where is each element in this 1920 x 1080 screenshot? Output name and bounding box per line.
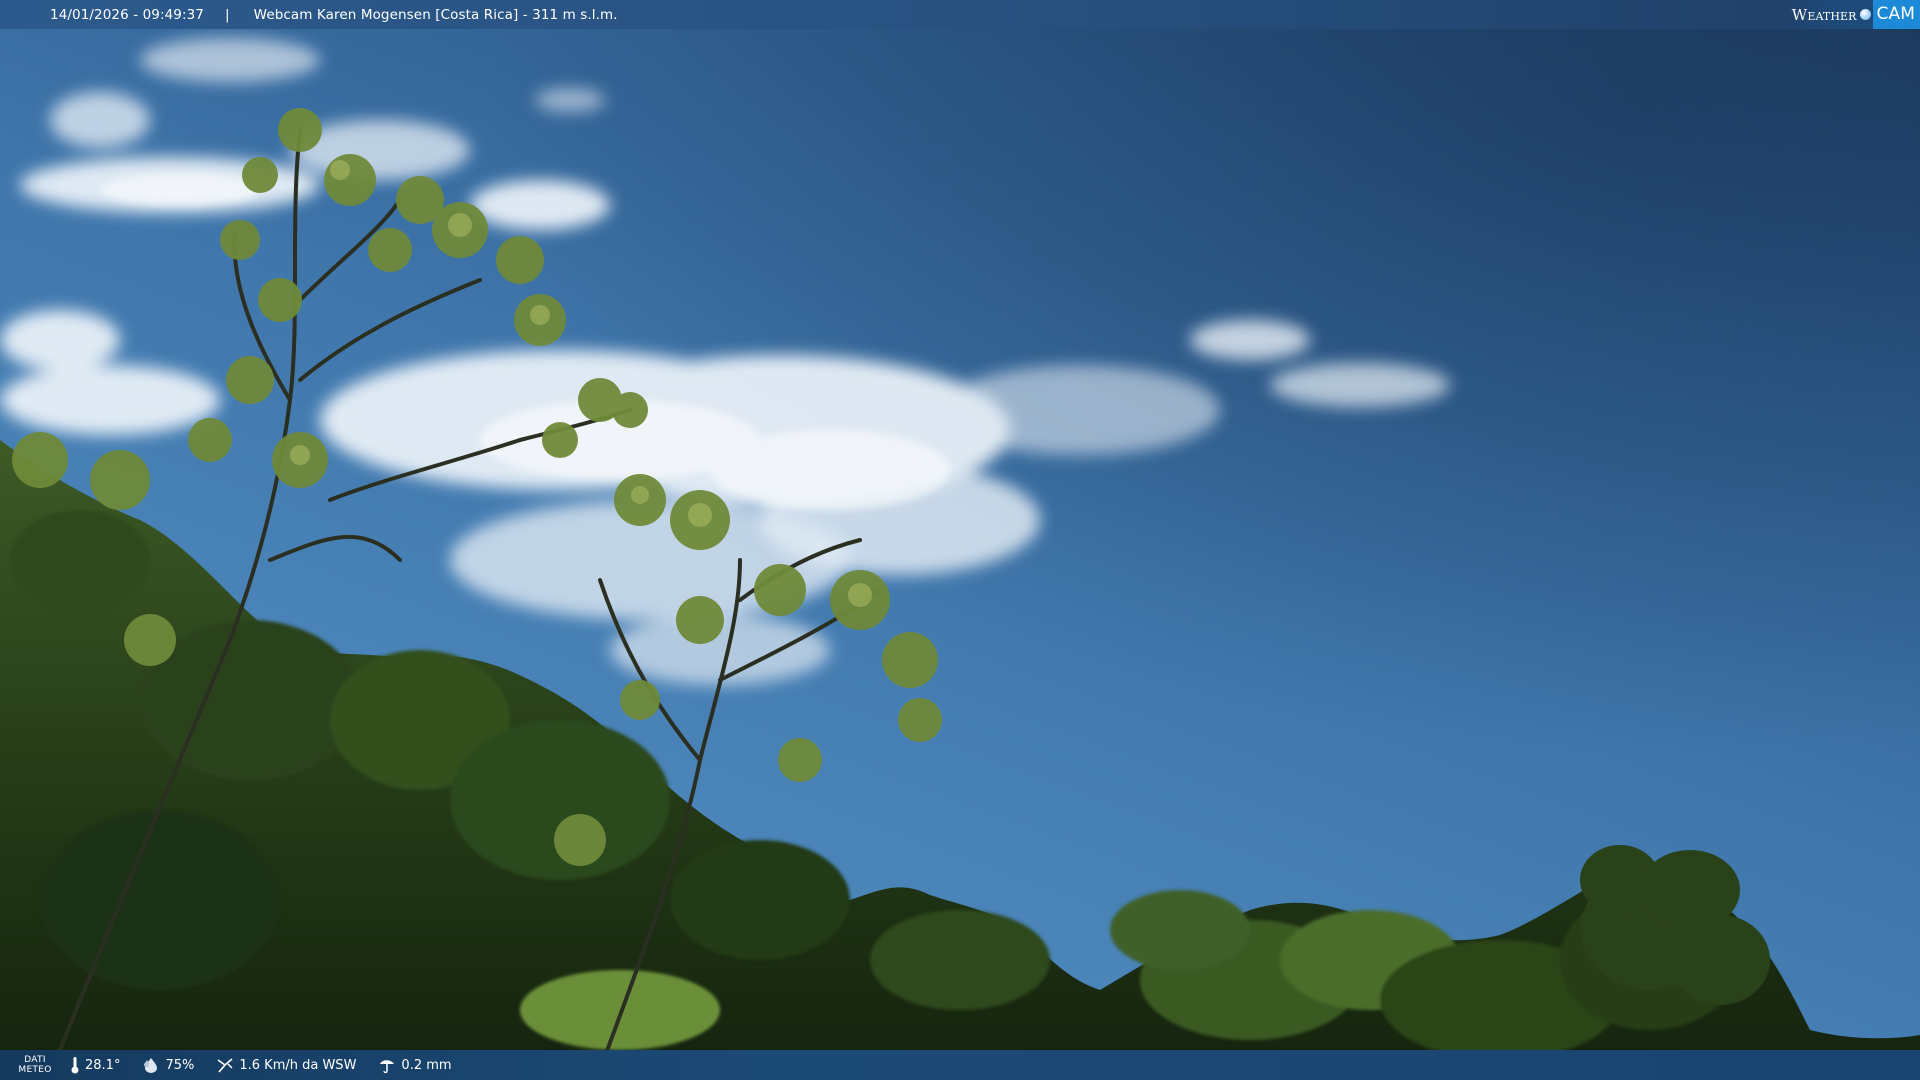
webcam-frame: 14/01/2026 - 09:49:37 | Webcam Karen Mog…: [0, 0, 1920, 1080]
top-info-bar: 14/01/2026 - 09:49:37 | Webcam Karen Mog…: [0, 0, 1920, 29]
webcam-image: [0, 0, 1920, 1080]
timestamp: 14/01/2026 - 09:49:37: [50, 6, 204, 23]
temperature-metric: 28.1°: [70, 1056, 120, 1074]
humidity-value: 75%: [165, 1057, 195, 1073]
webcam-title: Webcam Karen Mogensen [Costa Rica] - 311…: [253, 6, 618, 23]
dati-label-line2: METEO: [18, 1065, 52, 1075]
webcam-scene-drawing: [0, 0, 1920, 1080]
weather-data-bar: DATI METEO 28.1° 75% 1.6 Km/h da WSW 0.2…: [0, 1050, 1920, 1080]
dati-meteo-label: DATI METEO: [0, 1055, 70, 1075]
header-separator: |: [225, 6, 230, 23]
wind-value: 1.6 Km/h da WSW: [239, 1057, 357, 1073]
wind-metric: 1.6 Km/h da WSW: [216, 1056, 356, 1074]
temperature-value: 28.1°: [85, 1057, 121, 1073]
wind-icon: [217, 1058, 233, 1073]
rain-gauge-icon: [380, 1060, 395, 1074]
weathercam-logo-icon[interactable]: Weather CAM: [1777, 0, 1920, 29]
dati-label-line1: DATI: [24, 1055, 46, 1065]
logo-weather-text: Weather: [1791, 5, 1857, 24]
logo-cam-text: CAM: [1872, 0, 1920, 29]
logo-globe-icon: [1859, 9, 1871, 20]
rain-value: 0.2 mm: [401, 1057, 452, 1073]
water-drop-icon: [144, 1058, 158, 1073]
humidity-metric: 75%: [142, 1057, 194, 1073]
rain-metric: 0.2 mm: [378, 1056, 452, 1074]
thermometer-icon: [71, 1057, 79, 1074]
